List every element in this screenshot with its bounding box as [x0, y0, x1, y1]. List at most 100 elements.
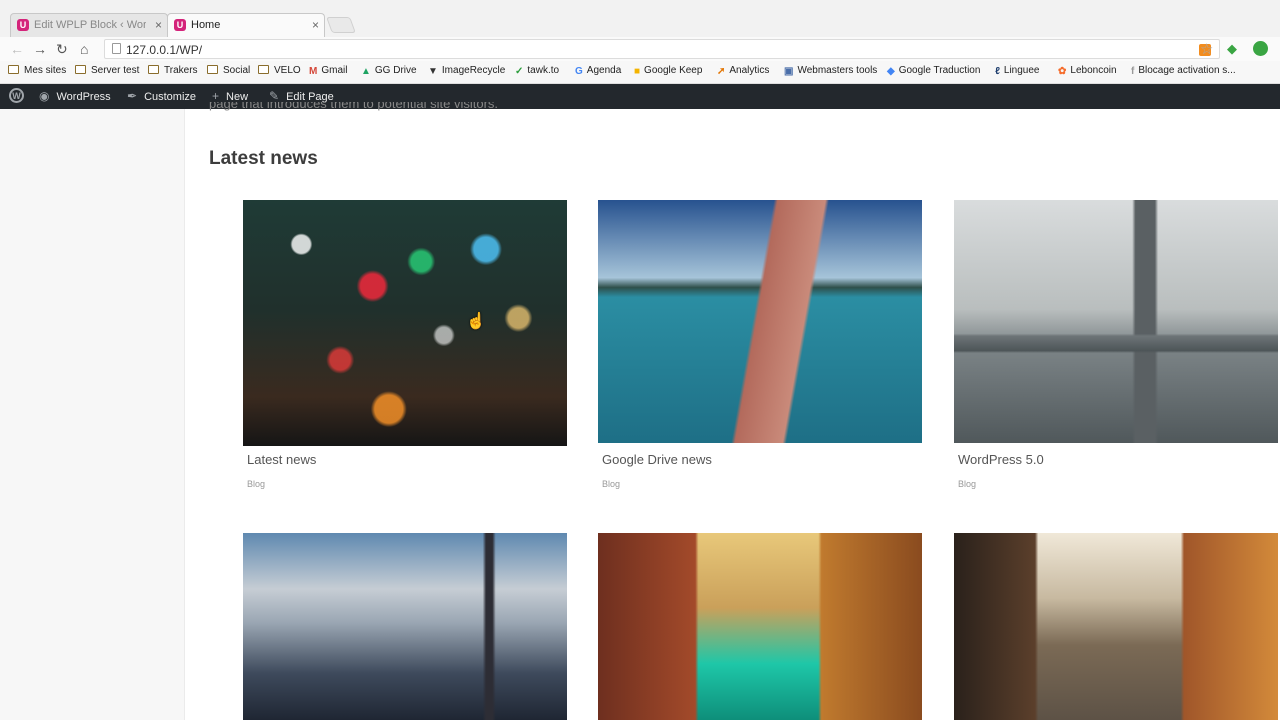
wp-admin-bar: W ◉ WordPress ✒ Customize + New ✎ Edit Page	[0, 84, 1280, 109]
bookmark-label: GG Drive	[374, 65, 417, 76]
intro-text-content: page that introduces them to potential s…	[209, 102, 499, 111]
post-thumbnail-latest-news[interactable]	[243, 200, 567, 446]
tawk-icon: ✓	[515, 66, 524, 77]
post-category[interactable]: Blog	[958, 479, 976, 489]
tab-home[interactable]: U Home ×	[167, 13, 325, 37]
bookmark-label: VELO	[274, 65, 301, 76]
forward-arrow-icon[interactable]: →	[33, 40, 47, 58]
leboncoin-icon: ✿	[1058, 66, 1067, 77]
address-bar[interactable]: 127.0.0.1/WP/	[104, 39, 1220, 59]
folder-icon	[258, 65, 269, 74]
bookmark-webmasters-tools[interactable]: ▣ Webmasters tools	[784, 65, 878, 77]
post-title-wordpress-5[interactable]: WordPress 5.0	[958, 452, 1044, 467]
bookmark-label: Analytics	[729, 65, 770, 76]
post-thumbnail-row2-1[interactable]	[243, 533, 567, 720]
extension-diamond-icon[interactable]: ◆	[1227, 42, 1241, 56]
bookmark-label: Trakers	[164, 65, 198, 76]
bookmark-agenda[interactable]: G Agenda	[575, 65, 622, 77]
new-tab-button[interactable]	[326, 17, 356, 33]
tab-strip: U Edit WPLP Block ‹ WordPr × U Home ×	[0, 0, 1280, 37]
post-title-latest-news[interactable]: Latest news	[247, 452, 316, 467]
google-icon: G	[575, 66, 583, 77]
bookmark-label: Leboncoin	[1070, 65, 1117, 76]
bookmark-server-test[interactable]: Server test	[75, 65, 139, 76]
tab-edit-wplp-block[interactable]: U Edit WPLP Block ‹ WordPr ×	[10, 13, 168, 37]
bookmark-label: Webmasters tools	[797, 65, 878, 76]
bookmark-google-traduction[interactable]: ◆ Google Traduction	[887, 65, 981, 77]
bookmark-label: Mes sites	[24, 65, 67, 76]
back-arrow-icon[interactable]: ←	[10, 40, 24, 58]
section-title: Latest news	[209, 148, 318, 169]
post-category[interactable]: Blog	[247, 479, 265, 489]
bookmark-gg-drive[interactable]: ▲ GG Drive	[361, 65, 417, 77]
bookmark-trakers[interactable]: Trakers	[148, 65, 198, 76]
adminbar-customize-label: Customize	[144, 91, 197, 103]
bookmark-velo[interactable]: VELO	[258, 65, 301, 76]
folder-icon	[148, 65, 159, 74]
adminbar-new-link[interactable]: + New	[212, 89, 248, 103]
tab-close-icon[interactable]: ×	[312, 18, 319, 32]
bookmark-social[interactable]: Social	[207, 65, 250, 76]
bookmark-star-icon[interactable]: ☆	[1200, 40, 1213, 58]
translate-icon: ◆	[887, 66, 895, 77]
bookmark-label: Gmail	[321, 65, 348, 76]
wordpress-logo-icon[interactable]: W	[9, 88, 24, 103]
bookmark-linguee[interactable]: ℓ Linguee	[995, 65, 1040, 77]
bookmark-label: Google Keep	[644, 65, 703, 76]
tab-close-icon[interactable]: ×	[155, 18, 162, 32]
bookmark-label: Linguee	[1003, 65, 1040, 76]
browser-toolbar: ← → ↻ ⌂ 127.0.0.1/WP/	[0, 37, 1280, 61]
bookmark-leboncoin[interactable]: ✿ Leboncoin	[1058, 65, 1117, 77]
adminbar-site-label: WordPress	[56, 91, 111, 103]
post-thumbnail-google-drive-news[interactable]	[598, 200, 922, 443]
reload-icon[interactable]: ↻	[56, 40, 68, 58]
pointer-cursor-icon: ☝	[466, 313, 486, 330]
bookmark-label: Agenda	[586, 65, 622, 76]
bookmark-blocage-activation[interactable]: f Blocage activation s...	[1131, 65, 1236, 77]
drive-icon: ▲	[361, 66, 371, 77]
bookmark-label: Blocage activation s...	[1138, 65, 1236, 76]
adminbar-edit-page-link[interactable]: ✎ Edit Page	[269, 89, 334, 103]
bookmark-label: ImageRecycle	[441, 65, 506, 76]
bookmark-gmail[interactable]: M Gmail	[309, 65, 348, 77]
imagerecycle-icon: ▼	[428, 66, 438, 77]
bookmark-label: Social	[223, 65, 251, 76]
tab-label: Home	[191, 19, 221, 31]
bookmarks-bar: Mes sites Server test Trakers Social VEL…	[0, 61, 1280, 84]
post-title-google-drive-news[interactable]: Google Drive news	[602, 452, 712, 467]
intro-text: page that introduces them to potential s…	[209, 102, 498, 116]
page-icon: f	[1131, 66, 1135, 77]
bookmark-imagerecycle[interactable]: ▼ ImageRecycle	[428, 65, 506, 77]
wplp-favicon-icon: U	[17, 19, 29, 31]
pencil-icon: ✎	[269, 89, 280, 103]
folder-icon	[75, 65, 86, 74]
post-thumbnail-row2-3[interactable]	[954, 533, 1278, 720]
page-sidebar	[0, 109, 185, 720]
dashboard-icon: ◉	[39, 89, 50, 103]
page-icon	[112, 43, 121, 54]
home-icon[interactable]: ⌂	[80, 40, 88, 58]
post-category[interactable]: Blog	[602, 479, 620, 489]
adminbar-customize-link[interactable]: ✒ Customize	[127, 89, 196, 103]
bookmark-mes-sites[interactable]: Mes sites	[8, 65, 66, 76]
bookmark-label: Google Traduction	[898, 65, 981, 76]
post-thumbnail-wordpress-5[interactable]	[954, 200, 1278, 443]
plus-icon: +	[212, 89, 220, 103]
bookmark-google-keep[interactable]: ■ Google Keep	[634, 65, 703, 77]
bookmark-tawk-to[interactable]: ✓ tawk.to	[515, 65, 560, 77]
address-url: 127.0.0.1/WP/	[126, 43, 203, 57]
bookmark-analytics[interactable]: ➚ Analytics	[717, 65, 770, 77]
linguee-icon: ℓ	[995, 66, 1000, 77]
extension-power-icon[interactable]	[1253, 41, 1268, 56]
bookmark-label: tawk.to	[527, 65, 560, 76]
adminbar-site-link[interactable]: ◉ WordPress	[39, 89, 111, 103]
paintbrush-icon: ✒	[127, 89, 138, 103]
webmasters-icon: ▣	[784, 66, 794, 77]
bookmark-label: Server test	[91, 65, 140, 76]
folder-icon	[207, 65, 218, 74]
analytics-icon: ➚	[717, 66, 726, 77]
post-thumbnail-row2-2[interactable]	[598, 533, 922, 720]
keep-icon: ■	[634, 66, 641, 77]
wplp-favicon-icon: U	[174, 19, 186, 31]
tab-label: Edit WPLP Block ‹ WordPr	[34, 19, 146, 31]
